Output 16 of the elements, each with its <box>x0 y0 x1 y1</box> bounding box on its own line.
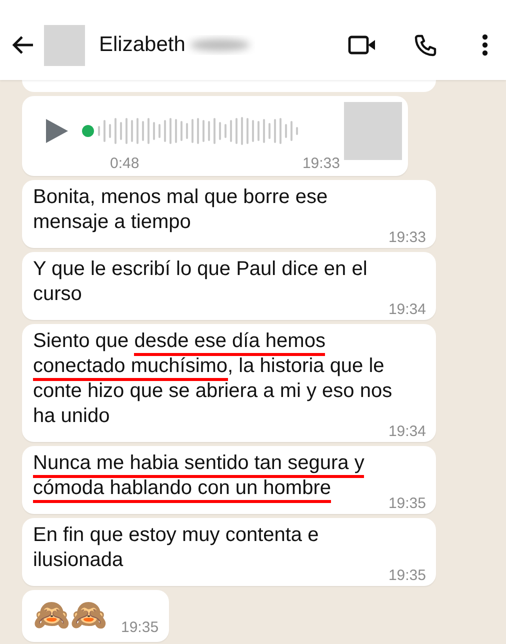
message-text: En fin que estoy muy contenta e ilusionada <box>33 523 319 573</box>
contact-name[interactable]: Elizabeth <box>99 33 186 57</box>
message-time: 19:34 <box>388 424 426 440</box>
message-text: Nunca me habia sentido tan segura y cómoda hablando con un hombre <box>33 451 364 501</box>
avatar <box>344 102 402 160</box>
message-time: 19:33 <box>388 230 426 246</box>
message-text: Siento que desde ese día hemos conectado muchísimo, la historia que le conte hizo que se abriera a mi y eso nos ha unido <box>33 329 392 427</box>
message-time: 19:34 <box>388 302 426 318</box>
message-text: Bonita, menos mal que borre ese mensaje a tiempo <box>33 185 328 235</box>
message-time: 19:35 <box>388 496 426 512</box>
message-time: 19:35 <box>388 568 426 584</box>
message-time: 19:33 <box>302 156 340 172</box>
voice-duration: 0:48 <box>110 156 140 172</box>
message-text: Y que le escribí lo que Paul dice en el curso <box>33 257 368 307</box>
emoji-text: 🙈🙈 <box>33 598 107 634</box>
message-time: 19:35 <box>121 620 159 636</box>
